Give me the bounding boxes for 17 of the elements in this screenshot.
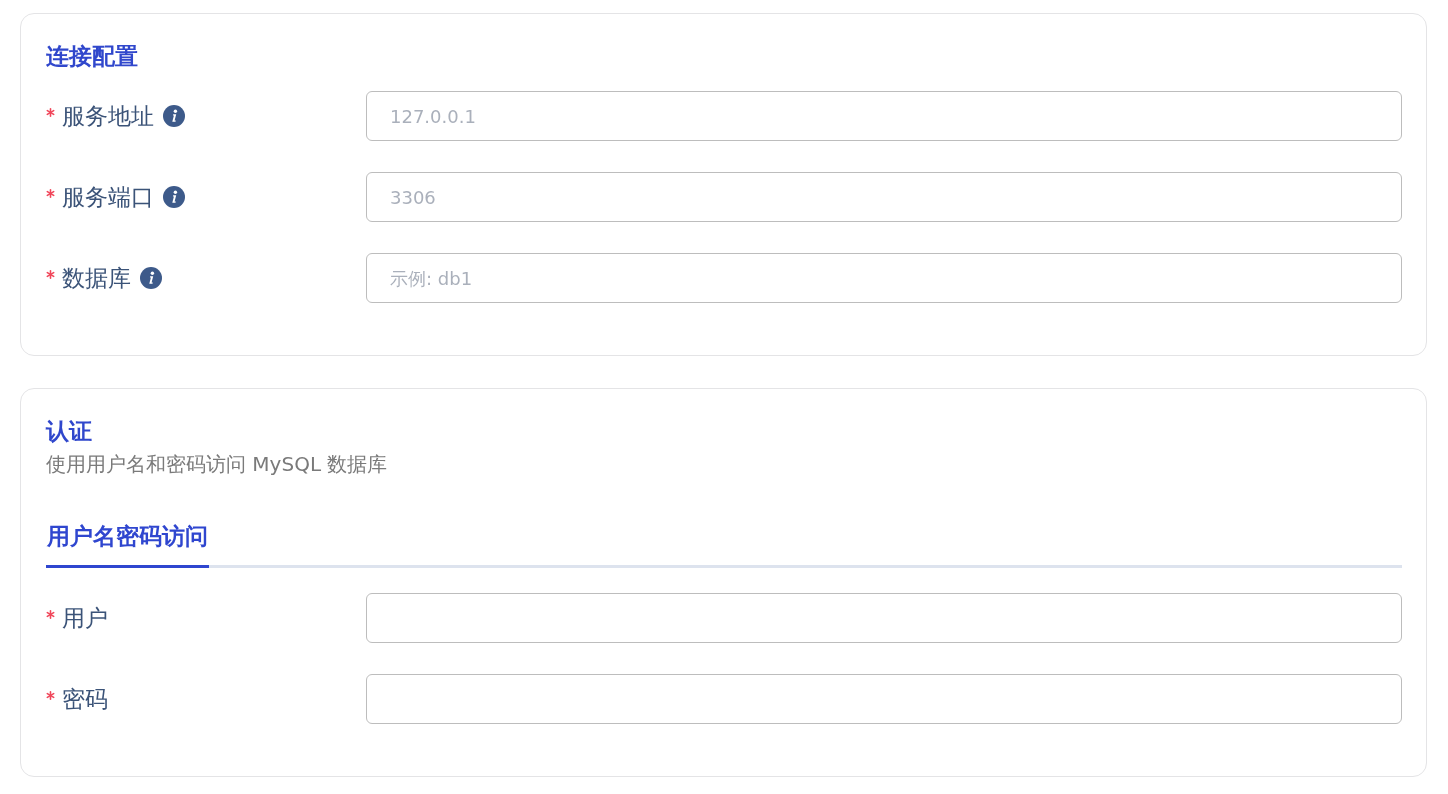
input-field[interactable]: 示例: db1 bbox=[366, 253, 1402, 303]
input-field[interactable] bbox=[366, 674, 1402, 724]
info-icon[interactable] bbox=[163, 105, 185, 127]
info-icon[interactable] bbox=[140, 267, 162, 289]
input-field[interactable]: 127.0.0.1 bbox=[366, 91, 1402, 141]
section-description: 使用用户名和密码访问 MySQL 数据库 bbox=[46, 451, 389, 478]
section-title: 连接配置 bbox=[46, 42, 139, 71]
section-title: 认证 bbox=[46, 417, 93, 446]
input-field[interactable] bbox=[366, 593, 1402, 643]
field-label: 密码 bbox=[62, 685, 108, 714]
field-label: 数据库 bbox=[62, 264, 131, 293]
field-label: 服务端口 bbox=[62, 183, 154, 212]
tab[interactable]: 用户名密码访问 bbox=[46, 520, 209, 568]
field-label: 用户 bbox=[62, 604, 108, 633]
info-icon[interactable] bbox=[163, 186, 185, 208]
input-field[interactable]: 3306 bbox=[366, 172, 1402, 222]
field-label: 服务地址 bbox=[62, 102, 154, 131]
